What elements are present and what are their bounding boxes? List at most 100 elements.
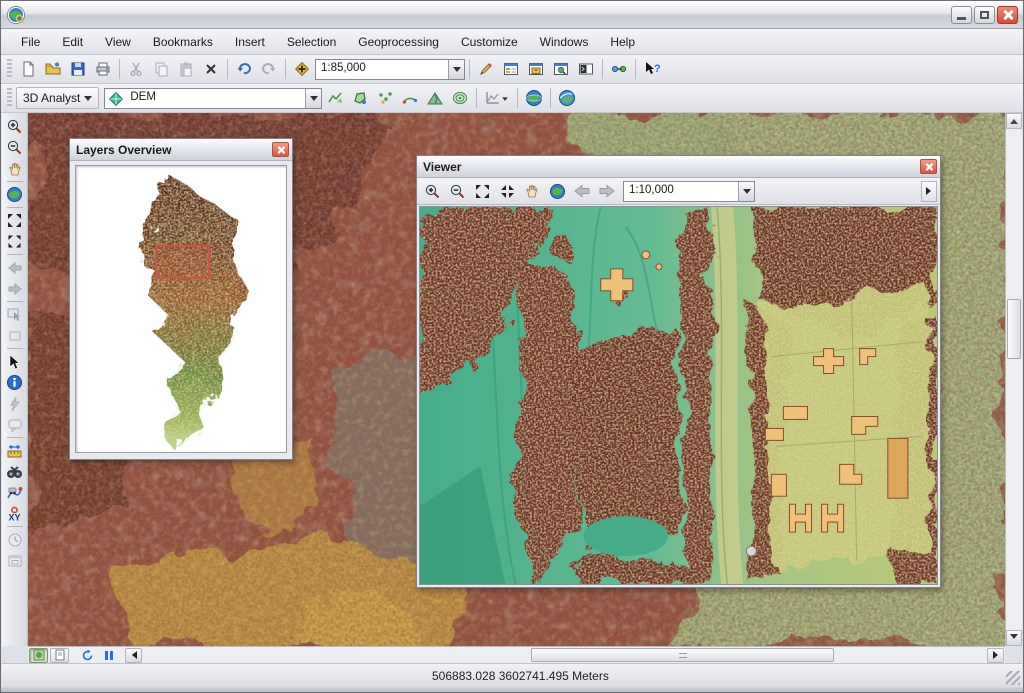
vertical-scrollbar[interactable] (1005, 113, 1022, 646)
data-view-button[interactable] (29, 648, 48, 663)
paste-button[interactable] (174, 57, 198, 81)
menu-windows[interactable]: Windows (530, 31, 599, 53)
delete-button[interactable] (199, 57, 223, 81)
extent-indicator-rectangle[interactable] (156, 245, 209, 278)
catalog-window-button[interactable] (524, 57, 548, 81)
overview-map[interactable] (75, 165, 287, 453)
add-data-button[interactable] (290, 57, 314, 81)
html-popup-button[interactable] (4, 414, 26, 435)
undo-button[interactable] (232, 57, 256, 81)
viewer-zoom-out-button[interactable] (445, 179, 469, 203)
menu-view[interactable]: View (95, 31, 141, 53)
fixed-zoom-in-button[interactable] (4, 210, 26, 231)
close-button[interactable] (997, 6, 1018, 24)
interpolate-points-button[interactable] (373, 86, 397, 110)
zoom-out-button[interactable] (4, 137, 26, 158)
map-canvas[interactable]: Layers Overview (28, 113, 1005, 646)
scroll-right-button[interactable] (987, 648, 1004, 663)
menu-bookmarks[interactable]: Bookmarks (143, 31, 223, 53)
viewer-fixed-zoom-in-button[interactable] (470, 179, 494, 203)
menu-insert[interactable]: Insert (225, 31, 275, 53)
layers-overview-window[interactable]: Layers Overview (69, 138, 293, 460)
measure-button[interactable] (4, 440, 26, 461)
steepest-path-button[interactable] (423, 86, 447, 110)
redo-button[interactable] (257, 57, 281, 81)
time-slider-button[interactable] (4, 529, 26, 550)
pan-button[interactable] (4, 158, 26, 179)
viewer-close-button[interactable] (920, 159, 937, 174)
profile-graph-button[interactable] (481, 86, 513, 110)
copy-button[interactable] (149, 57, 173, 81)
viewer-toolbar-overflow-button[interactable] (921, 181, 937, 202)
horizontal-scroll-thumb[interactable] (531, 648, 834, 662)
editor-button[interactable] (474, 57, 498, 81)
modelbuilder-button[interactable] (607, 57, 631, 81)
arcscene-button[interactable] (555, 86, 579, 110)
print-button[interactable] (91, 57, 115, 81)
layers-overview-close-button[interactable] (272, 142, 289, 157)
scroll-down-button[interactable] (1006, 630, 1022, 646)
viewer-forward-extent-button[interactable] (595, 179, 619, 203)
menu-customize[interactable]: Customize (451, 31, 528, 53)
toolbar-grip[interactable] (7, 59, 12, 79)
interpolate-line-button[interactable] (323, 86, 347, 110)
viewer-pan-button[interactable] (520, 179, 544, 203)
horizontal-scroll-track[interactable] (143, 647, 986, 663)
scroll-left-button[interactable] (125, 648, 142, 663)
arcglobe-button[interactable] (522, 86, 546, 110)
python-window-button[interactable] (574, 57, 598, 81)
identify-button[interactable] (4, 372, 26, 393)
refresh-button[interactable] (78, 648, 97, 663)
full-extent-button[interactable] (4, 184, 26, 205)
resize-grip[interactable] (1006, 671, 1020, 685)
viewer-titlebar[interactable]: Viewer (417, 156, 940, 178)
create-viewer-window-button[interactable] (4, 550, 26, 571)
menu-file[interactable]: File (11, 31, 50, 53)
title-bar[interactable] (1, 1, 1023, 29)
clear-selection-button[interactable] (4, 325, 26, 346)
line-of-sight-button[interactable] (398, 86, 422, 110)
menu-edit[interactable]: Edit (52, 31, 93, 53)
table-of-contents-button[interactable] (499, 57, 523, 81)
minimize-button[interactable] (951, 6, 972, 24)
contour-button[interactable] (448, 86, 472, 110)
map-scale-combo[interactable]: 1:85,000 (315, 59, 465, 80)
viewer-zoom-in-button[interactable] (420, 179, 444, 203)
viewer-scale-dropdown-button[interactable] (738, 182, 754, 201)
back-extent-button[interactable] (4, 257, 26, 278)
select-elements-button[interactable] (4, 351, 26, 372)
viewer-window[interactable]: Viewer (416, 155, 941, 588)
scroll-up-button[interactable] (1006, 113, 1022, 129)
viewer-scale-combo[interactable]: 1:10,000 (623, 181, 755, 202)
viewer-map[interactable] (419, 206, 938, 585)
map-scale-dropdown-button[interactable] (448, 60, 464, 79)
analyst-menu-button[interactable]: 3D Analyst (16, 87, 99, 109)
fixed-zoom-out-button[interactable] (4, 231, 26, 252)
vertical-scroll-track[interactable] (1006, 129, 1022, 630)
menu-help[interactable]: Help (600, 31, 645, 53)
zoom-in-button[interactable] (4, 116, 26, 137)
hyperlink-button[interactable] (4, 393, 26, 414)
save-button[interactable] (66, 57, 90, 81)
viewer-back-extent-button[interactable] (570, 179, 594, 203)
analyst-layer-combo[interactable]: DEM (104, 88, 322, 109)
find-route-button[interactable] (4, 482, 26, 503)
search-window-button[interactable] (549, 57, 573, 81)
interpolate-polygon-button[interactable] (348, 86, 372, 110)
pause-button[interactable] (99, 648, 118, 663)
go-to-xy-button[interactable]: XY (4, 503, 26, 524)
viewer-fixed-zoom-out-button[interactable] (495, 179, 519, 203)
menu-geoprocessing[interactable]: Geoprocessing (348, 31, 449, 53)
viewer-full-extent-button[interactable] (545, 179, 569, 203)
find-button[interactable] (4, 461, 26, 482)
toolbar-grip[interactable] (7, 88, 12, 108)
maximize-button[interactable] (974, 6, 995, 24)
open-button[interactable] (41, 57, 65, 81)
layout-view-button[interactable] (50, 648, 69, 663)
select-features-button[interactable] (4, 304, 26, 325)
new-document-button[interactable] (16, 57, 40, 81)
analyst-layer-dropdown-button[interactable] (305, 89, 321, 108)
menu-selection[interactable]: Selection (277, 31, 346, 53)
vertical-scroll-thumb[interactable] (1007, 299, 1021, 359)
layers-overview-titlebar[interactable]: Layers Overview (70, 139, 292, 161)
